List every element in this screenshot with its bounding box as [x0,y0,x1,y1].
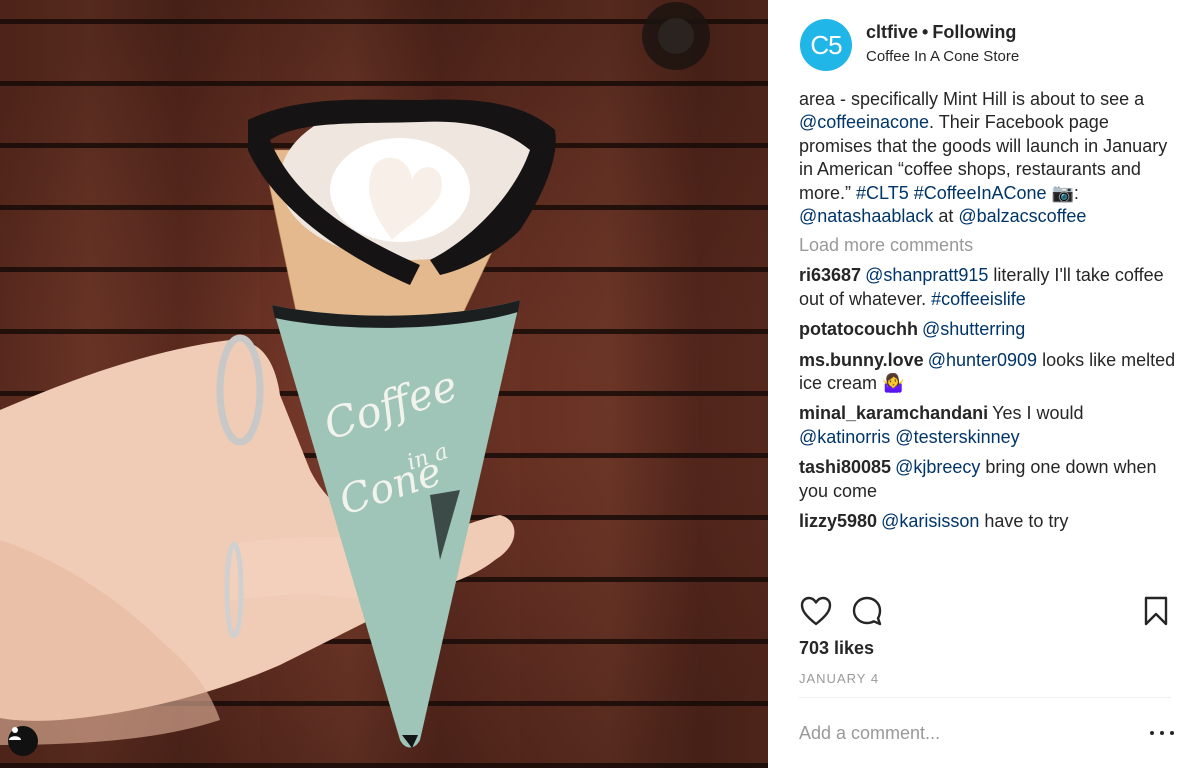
caption-text: at [933,206,959,227]
load-more-comments-button[interactable]: Load more comments [799,234,1179,257]
comment: minal_karamchandani Yes I would @katinorr… [799,402,1179,449]
more-options-button[interactable] [1150,726,1174,740]
comment-username[interactable]: lizzy5980 [799,511,877,531]
hashtag-link[interactable]: #CLT5 [856,183,909,203]
bookmark-icon [1144,596,1168,626]
mention-link[interactable]: @coffeeinacone [799,112,929,132]
following-button[interactable]: Following [932,22,1016,42]
mention-link[interactable]: @balzacscoffee [958,206,1086,226]
action-bar [799,594,1171,630]
coffee-cone-illustration: Coffee in a Cone [0,2,710,748]
comment-text: Yes I would [992,403,1084,424]
mention-link[interactable]: @shutterring [922,319,1025,339]
add-comment-input[interactable] [799,718,1129,748]
more-options-icon [1150,731,1154,735]
heart-icon [800,596,832,626]
comment-username[interactable]: tashi80085 [799,457,891,477]
mention-link[interactable]: @katinorris @testerskinney [799,427,1020,447]
like-button[interactable] [799,594,833,628]
avatar-text: C5 [810,29,842,60]
caption: area - specifically Mint Hill is about t… [799,88,1179,228]
more-options-icon [1170,731,1174,735]
avatar[interactable]: C5 [800,19,852,71]
separator-dot: • [922,22,929,42]
comment-username[interactable]: ri63687 [799,265,861,285]
comments-section: area - specifically Mint Hill is about t… [799,88,1179,580]
user-tag-button[interactable] [8,726,38,756]
comment: potatocouchh @shutterring [799,318,1179,341]
comment-username[interactable]: minal_karamchandani [799,403,988,423]
post-header: C5 cltfive • Following Coffee In A Cone St… [768,0,1200,90]
comment: ri63687 @shanpratt915 literally I'll take… [799,264,1179,311]
comment: tashi80085 @kjbreecy bring one down when … [799,456,1179,503]
hashtag-link[interactable]: #coffeeislife [931,289,1026,309]
comment: ms.bunny.love @hunter0909 looks like melt… [799,349,1179,396]
hashtag-link[interactable]: #CoffeeInACone [914,183,1047,203]
caption-text: 📷: [1046,182,1079,203]
comment-text: have to try [979,511,1069,532]
comment-username[interactable]: potatocouchh [799,319,918,339]
post-date[interactable]: JANUARY 4 [799,671,879,686]
mention-link[interactable]: @hunter0909 [928,350,1037,370]
likes-count[interactable]: 703 likes [799,638,874,659]
divider [799,697,1171,698]
mention-link[interactable]: @karisisson [881,511,979,531]
save-button[interactable] [1139,594,1173,628]
location-link[interactable]: Coffee In A Cone Store [866,48,1019,65]
post-photo[interactable]: Coffee in a Cone [0,0,768,768]
comment-icon [852,596,882,626]
caption-text: area - specifically Mint Hill is about t… [799,89,1145,109]
username-link[interactable]: cltfive [866,22,918,42]
more-options-icon [1160,731,1164,735]
mention-link[interactable]: @natashaablack [799,206,933,226]
mention-link[interactable]: @shanpratt915 [865,265,988,285]
comment-username[interactable]: ms.bunny.love [799,350,924,370]
post-sidebar: C5 cltfive • Following Coffee In A Cone St… [768,0,1200,768]
mention-link[interactable]: @kjbreecy [895,457,980,477]
user-tag-icon [9,727,21,740]
comment-button[interactable] [850,594,884,628]
comment: lizzy5980 @karisisson have to try [799,510,1179,533]
header-user-line: cltfive • Following [866,22,1016,43]
